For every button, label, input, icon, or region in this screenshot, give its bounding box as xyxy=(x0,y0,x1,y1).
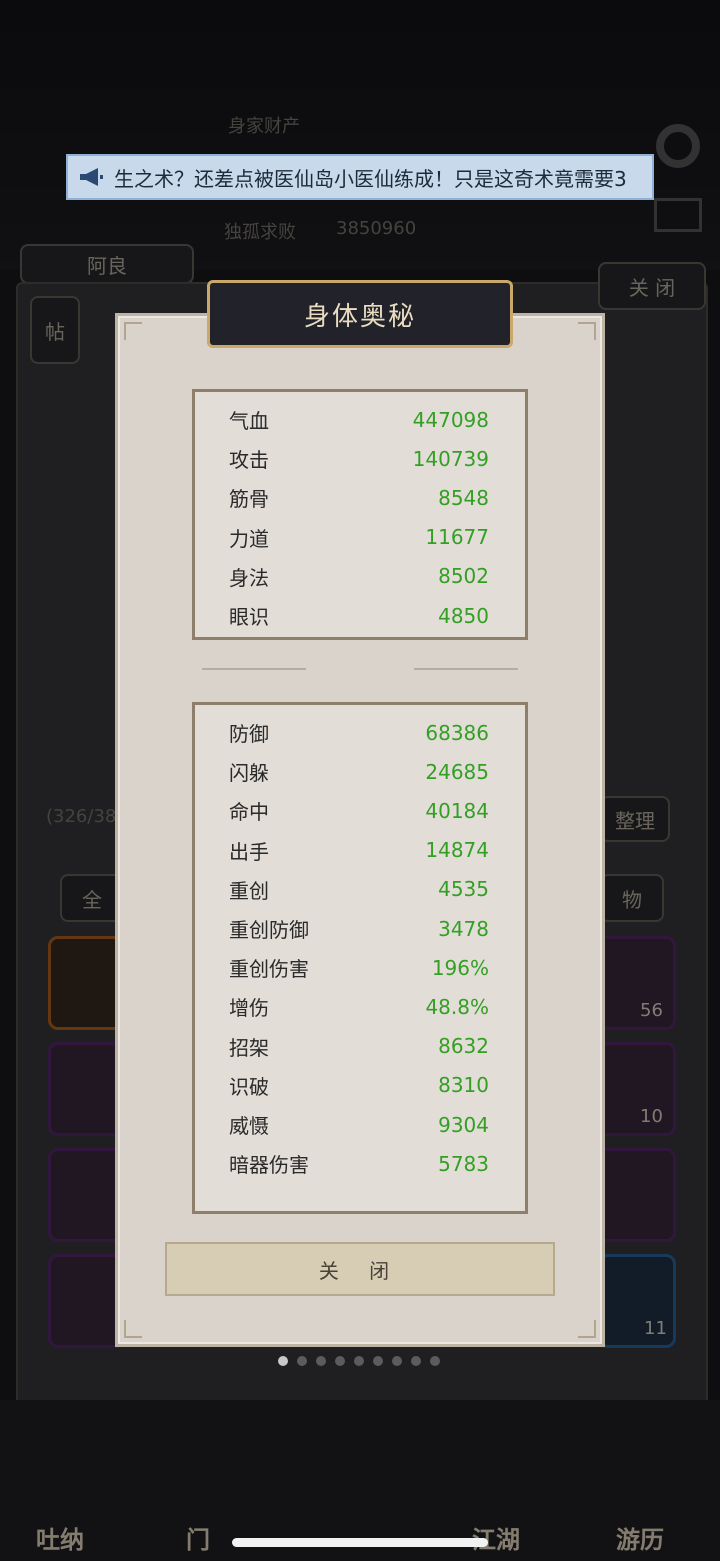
stat-label: 威慑 xyxy=(229,1114,269,1138)
page-dot xyxy=(373,1356,383,1366)
stat-value: 9304 xyxy=(438,1112,489,1137)
stat-value: 8632 xyxy=(438,1034,489,1059)
close-button[interactable]: 关 闭 xyxy=(165,1242,555,1296)
stat-label: 出手 xyxy=(229,839,269,864)
stat-label: 重创伤害 xyxy=(229,957,309,982)
announcement-text: 生之术？还差点被医仙岛小医仙练成！只是这奇术竟需要3 xyxy=(114,166,627,191)
stat-label: 筋骨 xyxy=(229,487,269,512)
stat-row: 增伤 48.8% xyxy=(229,987,489,1026)
section-divider xyxy=(414,668,518,670)
stat-label: 重创防御 xyxy=(229,918,309,942)
stat-value: 8548 xyxy=(438,485,489,510)
stat-row: 命中 40184 xyxy=(229,791,489,830)
stat-label: 暗器伤害 xyxy=(229,1153,309,1178)
stat-value: 40184 xyxy=(425,798,489,823)
stat-row: 出手 14874 xyxy=(229,831,489,870)
stat-row: 重创伤害 196% xyxy=(229,948,489,987)
stat-row: 攻击 140739 xyxy=(229,439,489,478)
stat-row: 气血 447098 xyxy=(229,400,489,439)
stat-value: 11677 xyxy=(425,525,489,550)
page-dot xyxy=(335,1356,345,1366)
section-divider xyxy=(202,668,306,670)
home-indicator[interactable] xyxy=(232,1538,488,1547)
stat-label: 命中 xyxy=(229,800,269,825)
page-indicator xyxy=(278,1356,440,1366)
stat-row: 眼识 4850 xyxy=(229,596,489,635)
stat-row: 威慑 9304 xyxy=(229,1105,489,1144)
stat-row: 重创 4535 xyxy=(229,870,489,909)
stat-row: 筋骨 8548 xyxy=(229,478,489,517)
stat-label: 身法 xyxy=(229,565,269,590)
page-dot xyxy=(411,1356,421,1366)
stat-row: 力道 11677 xyxy=(229,518,489,557)
stat-label: 识破 xyxy=(229,1074,269,1099)
secondary-stats-box[interactable]: 防御 68386 闪躲 24685 命中 40184 出手 14874 重创 4535 重创防御 34… xyxy=(192,702,528,1214)
stat-label: 增伤 xyxy=(229,996,269,1021)
stat-value: 14874 xyxy=(425,838,489,863)
stat-value: 8310 xyxy=(438,1073,489,1098)
stat-value: 447098 xyxy=(412,407,489,432)
stat-label: 攻击 xyxy=(229,448,269,473)
megaphone-icon xyxy=(80,168,103,186)
stat-value: 4850 xyxy=(438,603,489,628)
stat-value: 3478 xyxy=(438,916,489,941)
stat-row: 识破 8310 xyxy=(229,1066,489,1105)
announcement-banner: 生之术？还差点被医仙岛小医仙练成！只是这奇术竟需要3 xyxy=(66,154,654,200)
corner-ornament xyxy=(578,1320,596,1338)
stat-value: 5783 xyxy=(438,1151,489,1176)
stat-value: 68386 xyxy=(425,720,489,745)
page-dot xyxy=(316,1356,326,1366)
primary-stats-box: 气血 447098 攻击 140739 筋骨 8548 力道 11677 身法 8502 眼识 485… xyxy=(192,389,528,640)
stat-row: 重创防御 3478 xyxy=(229,909,489,948)
stat-row: 防御 68386 xyxy=(229,713,489,752)
stat-label: 重创 xyxy=(229,878,269,903)
stat-value: 140739 xyxy=(412,446,489,471)
corner-ornament xyxy=(124,322,142,340)
page-dot xyxy=(297,1356,307,1366)
stat-label: 防御 xyxy=(229,722,269,746)
modal-title: 身体奥秘 xyxy=(207,280,513,348)
stat-row: 招架 8632 xyxy=(229,1027,489,1066)
stat-label: 气血 xyxy=(229,409,269,433)
page-dot xyxy=(354,1356,364,1366)
stat-label: 力道 xyxy=(229,526,269,551)
stat-value: 196% xyxy=(431,955,489,980)
stat-row: 身法 8502 xyxy=(229,557,489,596)
stat-row: 暗器伤害 5783 xyxy=(229,1144,489,1183)
stat-value: 8502 xyxy=(438,564,489,589)
stat-label: 眼识 xyxy=(229,605,269,629)
page-dot xyxy=(430,1356,440,1366)
stat-value: 4535 xyxy=(438,877,489,902)
page-dot xyxy=(278,1356,288,1366)
corner-ornament xyxy=(578,322,596,340)
corner-ornament xyxy=(124,1320,142,1338)
stat-value: 24685 xyxy=(425,759,489,784)
page-dot xyxy=(392,1356,402,1366)
stat-label: 招架 xyxy=(229,1035,269,1060)
stat-row: 闪躲 24685 xyxy=(229,752,489,791)
stat-value: 48.8% xyxy=(425,994,489,1019)
stat-label: 闪躲 xyxy=(229,761,269,786)
